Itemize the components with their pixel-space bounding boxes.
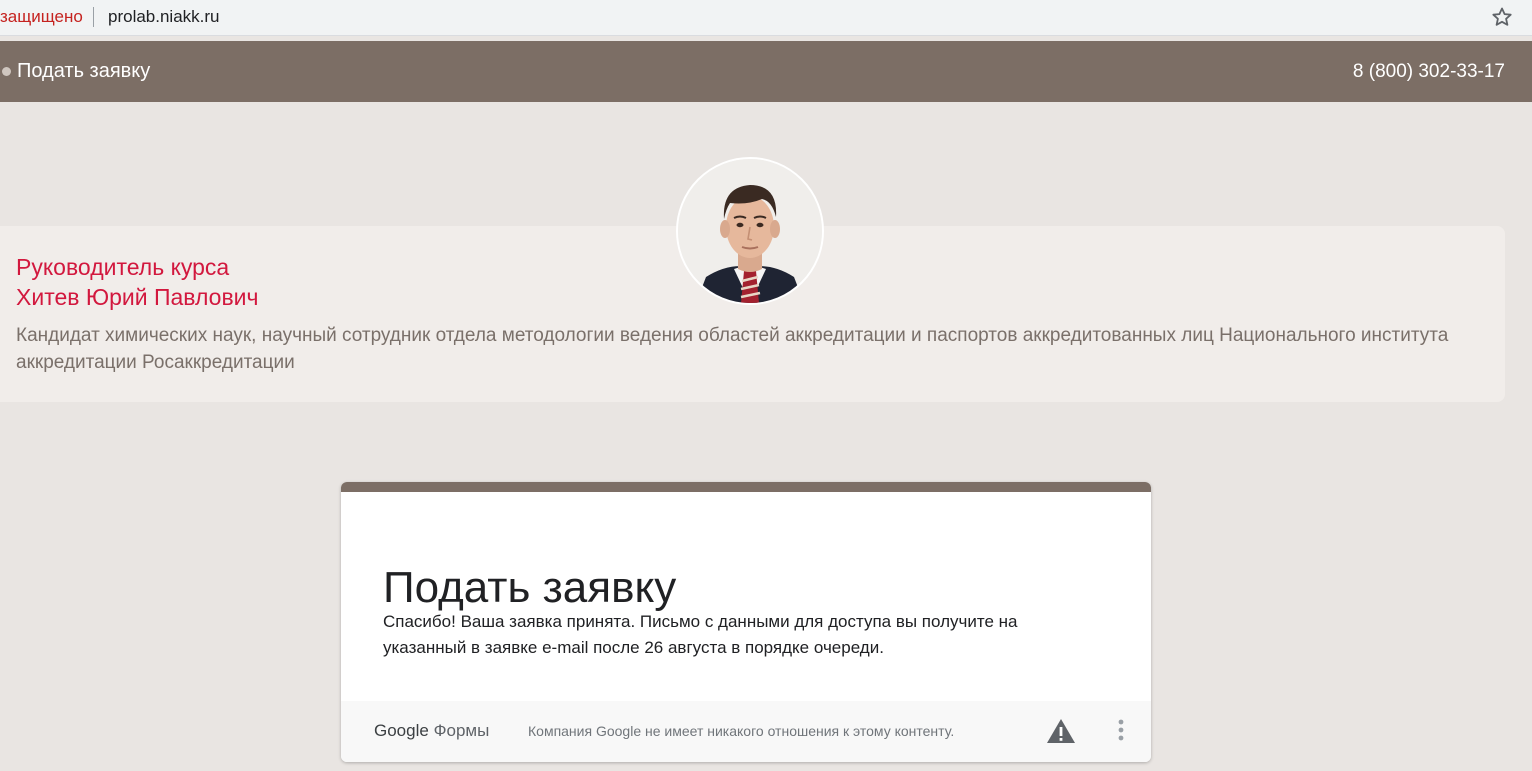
more-vert-icon[interactable] — [1111, 718, 1131, 744]
instructor-bio: Кандидат химических наук, научный сотруд… — [16, 325, 1449, 373]
logo-google: Google — [374, 721, 429, 740]
instructor-portrait — [678, 159, 822, 303]
omnibox[interactable]: защищено prolab.niakk.ru — [0, 1, 1532, 33]
form-title: Подать заявку — [383, 563, 677, 613]
apply-link-label: Подать заявку — [17, 60, 151, 82]
security-indicator[interactable]: защищено — [0, 7, 83, 27]
form-confirmation-message: Спасибо! Ваша заявка принята. Письмо с д… — [383, 612, 1018, 657]
google-form-card: Подать заявку Спасибо! Ваша заявка приня… — [341, 482, 1151, 762]
form-footer: Google Формы Компания Google не имеет ни… — [341, 701, 1151, 762]
browser-address-bar: защищено prolab.niakk.ru — [0, 0, 1532, 36]
warning-icon[interactable] — [1046, 718, 1076, 744]
logo-forms: Формы — [433, 721, 490, 740]
site-header: Подать заявку 8 (800) 302-33-17 — [0, 41, 1532, 102]
form-accent-bar — [341, 482, 1151, 492]
phone-number[interactable]: 8 (800) 302-33-17 — [1353, 41, 1505, 102]
instructor-role: Руководитель курса — [16, 254, 230, 280]
google-disclaimer: Компания Google не имеет никакого отноше… — [528, 723, 955, 739]
instructor-name: Хитев Юрий Павлович — [16, 284, 259, 310]
apply-link[interactable]: Подать заявку — [0, 41, 150, 102]
bullet-icon — [2, 67, 11, 76]
google-forms-logo[interactable]: Google Формы — [374, 721, 489, 741]
divider — [93, 7, 94, 27]
star-icon[interactable] — [1490, 5, 1514, 29]
url-text[interactable]: prolab.niakk.ru — [108, 7, 220, 27]
instructor-photo — [676, 157, 824, 305]
